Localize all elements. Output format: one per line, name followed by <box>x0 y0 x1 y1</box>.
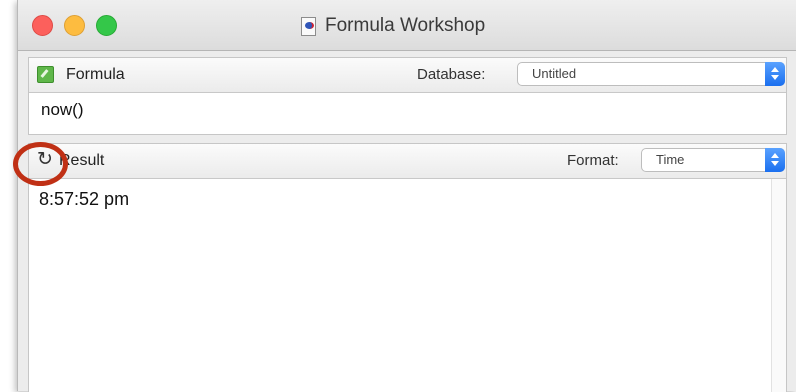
zoom-button[interactable] <box>96 15 117 36</box>
database-select-stepper-icon[interactable] <box>765 62 785 86</box>
format-select[interactable]: Time <box>641 148 785 172</box>
annotation-circle-highlight <box>13 142 68 186</box>
result-panel-header: ↻ Result Format: Time <box>29 144 786 179</box>
formula-header-label: Formula <box>66 66 125 83</box>
formula-input[interactable]: now() <box>41 100 84 120</box>
title-bar[interactable]: Formula Workshop <box>18 0 796 51</box>
result-scrollbar[interactable] <box>771 179 786 392</box>
database-label: Database: <box>417 66 486 83</box>
formula-panel-header: Formula Database: Untitled <box>29 58 786 93</box>
result-panel: ↻ Result Format: Time 8:57:52 pm <box>28 143 787 392</box>
formula-icon <box>37 66 54 83</box>
window-title-group: Formula Workshop <box>301 14 485 38</box>
document-icon <box>301 16 316 36</box>
formula-panel: Formula Database: Untitled now() <box>28 57 787 135</box>
database-select[interactable]: Untitled <box>517 62 785 86</box>
database-select-value: Untitled <box>532 66 577 81</box>
formula-workshop-window: Formula Workshop Formula Database: Untit… <box>17 0 796 392</box>
format-select-value: Time <box>656 152 685 167</box>
minimize-button[interactable] <box>64 15 85 36</box>
close-button[interactable] <box>32 15 53 36</box>
window-title: Formula Workshop <box>325 15 486 36</box>
format-label: Format: <box>567 152 619 169</box>
format-select-stepper-icon[interactable] <box>765 148 785 172</box>
result-output: 8:57:52 pm <box>39 189 130 209</box>
